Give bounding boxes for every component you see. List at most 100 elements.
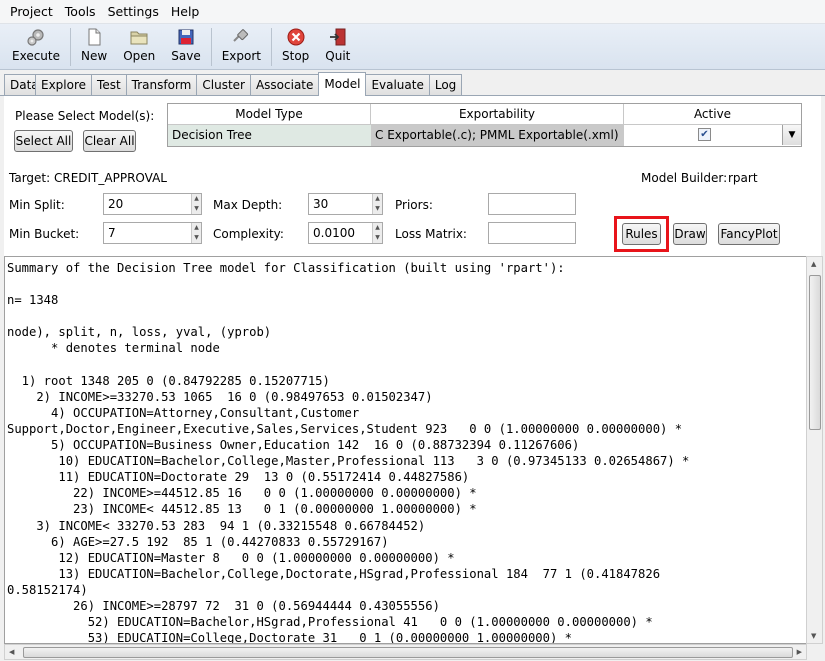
vertical-scrollbar[interactable]: ▲ ▼ xyxy=(806,256,823,644)
menu-bar: Project Tools Settings Help xyxy=(0,0,825,24)
exit-door-icon xyxy=(329,28,346,46)
scroll-right-icon[interactable]: ▶ xyxy=(797,648,802,656)
model-panel: Please Select Model(s): Select All Clear… xyxy=(4,96,821,256)
active-checkbox[interactable]: ✔ xyxy=(698,128,711,141)
export-button[interactable]: Export xyxy=(214,24,269,68)
output-line: 23) INCOME< 44512.85 13 0 1 (0.00000000 … xyxy=(7,502,477,517)
min-split-value: 20 xyxy=(108,197,124,211)
open-button[interactable]: Open xyxy=(115,24,163,68)
cell-model-type[interactable]: Decision Tree xyxy=(168,125,371,146)
cell-exportability[interactable]: C Exportable(.c); PMML Exportable(.xml) xyxy=(371,125,624,146)
output-line: n= 1348 xyxy=(7,293,59,308)
tab-explore[interactable]: Explore xyxy=(35,74,93,95)
output-line: * denotes terminal node xyxy=(7,341,220,356)
output-line: node), split, n, loss, yval, (yprob) xyxy=(7,325,272,340)
vertical-scroll-thumb[interactable] xyxy=(809,275,821,430)
stop-label: Stop xyxy=(282,49,310,63)
complexity-input[interactable]: 0.0100 ▲ ▼ xyxy=(308,222,383,244)
complexity-label: Complexity: xyxy=(213,227,284,241)
stop-button[interactable]: Stop xyxy=(274,24,317,68)
model-builder-label: Model Builder: xyxy=(641,171,728,185)
save-button[interactable]: Save xyxy=(163,24,208,68)
output-line: 11) EDUCATION=Doctorate 29 13 0 (0.55172… xyxy=(7,470,470,485)
menu-settings[interactable]: Settings xyxy=(102,0,165,24)
table-row[interactable]: Decision Tree C Exportable(.c); PMML Exp… xyxy=(168,125,801,146)
rules-button[interactable]: Rules xyxy=(622,223,661,245)
model-builder-value: rpart xyxy=(728,171,758,185)
spinner-arrows-icon[interactable]: ▲ ▼ xyxy=(191,223,201,243)
column-header-model-type[interactable]: Model Type xyxy=(168,104,371,124)
open-folder-icon xyxy=(130,31,148,45)
scroll-left-icon[interactable]: ◀ xyxy=(9,648,14,656)
max-depth-input[interactable]: 30 ▲ ▼ xyxy=(308,193,383,215)
tab-data[interactable]: Data xyxy=(4,74,36,95)
stop-icon xyxy=(287,28,305,46)
cell-active[interactable]: ✔ ▼ xyxy=(624,125,801,146)
gears-icon xyxy=(27,29,44,46)
output-line: 3) INCOME< 33270.53 283 94 1 (0.33215548… xyxy=(7,518,426,533)
draw-button[interactable]: Draw xyxy=(673,223,707,245)
scroll-up-icon[interactable]: ▲ xyxy=(811,260,816,268)
model-table-header: Model Type Exportability Active xyxy=(168,104,801,125)
spinner-arrows-icon[interactable]: ▲ ▼ xyxy=(191,194,201,214)
output-line: 2) INCOME>=33270.53 1065 16 0 (0.9849765… xyxy=(7,389,433,404)
tab-evaluate[interactable]: Evaluate xyxy=(365,74,430,95)
tab-cluster[interactable]: Cluster xyxy=(196,74,251,95)
tab-log[interactable]: Log xyxy=(428,74,463,95)
output-line: 0.58152174) xyxy=(7,582,88,597)
output-line: 26) INCOME>=28797 72 31 0 (0.56944444 0.… xyxy=(7,598,440,613)
export-label: Export xyxy=(221,49,261,63)
quit-button[interactable]: Quit xyxy=(317,24,358,68)
horizontal-scrollbar[interactable]: ◀ ▶ xyxy=(4,644,807,660)
min-bucket-input[interactable]: 7 ▲ ▼ xyxy=(103,222,202,244)
chevron-down-icon[interactable]: ▼ xyxy=(782,125,801,145)
menu-project[interactable]: Project xyxy=(4,0,59,24)
max-depth-value: 30 xyxy=(313,197,329,211)
tab-model[interactable]: Model xyxy=(318,72,367,96)
output-line: 53) EDUCATION=College,Doctorate 31 0 1 (… xyxy=(7,631,572,644)
output-line: 5) OCCUPATION=Business Owner,Education 1… xyxy=(7,438,580,453)
output-line: 13) EDUCATION=Bachelor,College,Doctorate… xyxy=(7,566,661,581)
spinner-arrows-icon[interactable]: ▲ ▼ xyxy=(372,194,382,214)
loss-matrix-input[interactable] xyxy=(488,222,576,244)
floppy-disk-icon xyxy=(178,29,194,45)
select-models-label: Please Select Model(s): xyxy=(15,109,155,123)
menu-help[interactable]: Help xyxy=(165,0,206,24)
output-line: 12) EDUCATION=Master 8 0 0 (1.00000000 0… xyxy=(7,550,455,565)
toolbar-separator xyxy=(210,28,212,66)
scroll-down-icon[interactable]: ▼ xyxy=(811,632,816,640)
clear-all-button[interactable]: Clear All xyxy=(83,130,136,152)
select-all-button[interactable]: Select All xyxy=(14,130,73,152)
new-document-icon xyxy=(88,28,101,46)
column-header-exportability[interactable]: Exportability xyxy=(371,104,624,124)
output-textview[interactable]: Summary of the Decision Tree model for C… xyxy=(4,256,807,644)
save-label: Save xyxy=(171,49,201,63)
spinner-arrows-icon[interactable]: ▲ ▼ xyxy=(372,223,382,243)
output-line: 52) EDUCATION=Bachelor,HSgrad,Profession… xyxy=(7,615,653,630)
min-split-label: Min Split: xyxy=(9,198,65,212)
fancyplot-button[interactable]: FancyPlot xyxy=(718,223,780,245)
complexity-value: 0.0100 xyxy=(313,226,355,240)
execute-label: Execute xyxy=(12,49,60,63)
execute-button[interactable]: Execute xyxy=(4,24,68,68)
horizontal-scroll-thumb[interactable] xyxy=(23,647,793,658)
output-text: Summary of the Decision Tree model for C… xyxy=(5,257,806,644)
tab-transform[interactable]: Transform xyxy=(125,74,198,95)
output-line: 22) INCOME>=44512.85 16 0 0 (1.00000000 … xyxy=(7,486,477,501)
min-bucket-label: Min Bucket: xyxy=(9,227,80,241)
open-label: Open xyxy=(123,49,156,63)
column-header-active[interactable]: Active xyxy=(624,104,801,124)
output-line: 4) OCCUPATION=Attorney,Consultant,Custom… xyxy=(7,405,360,420)
output-line: Support,Doctor,Engineer,Executive,Sales,… xyxy=(7,421,683,436)
output-line: Summary of the Decision Tree model for C… xyxy=(7,261,565,275)
output-line: 6) AGE>=27.5 192 85 1 (0.44270833 0.5572… xyxy=(7,534,389,549)
menu-tools[interactable]: Tools xyxy=(59,0,102,24)
min-split-input[interactable]: 20 ▲ ▼ xyxy=(103,193,202,215)
min-bucket-value: 7 xyxy=(108,226,116,240)
tab-test[interactable]: Test xyxy=(91,74,127,95)
priors-input[interactable] xyxy=(488,193,576,215)
new-button[interactable]: New xyxy=(73,24,115,68)
tab-associate[interactable]: Associate xyxy=(249,74,320,95)
max-depth-label: Max Depth: xyxy=(213,198,283,212)
tab-bar: Data Explore Test Transform Cluster Asso… xyxy=(0,72,825,96)
